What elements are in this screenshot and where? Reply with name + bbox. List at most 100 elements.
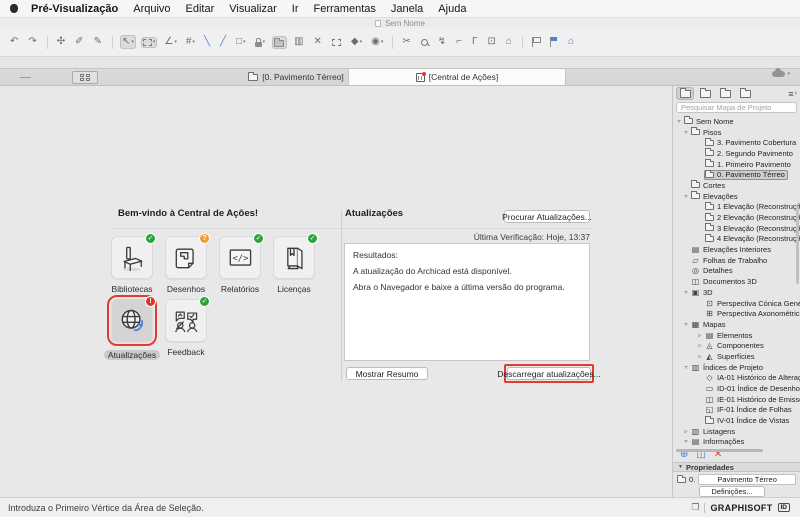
undo-icon[interactable]: ↶ [8, 35, 21, 49]
menu-item[interactable]: Arquivo [133, 3, 170, 15]
tree-item[interactable]: ▹ Superfícies [673, 351, 800, 362]
tree-item[interactable]: IE-01 Histórico de Emissões [673, 394, 800, 405]
guide-line-icon[interactable]: ╲ [202, 35, 213, 49]
inject-parameters-icon[interactable]: ✐ [73, 35, 86, 49]
tree-item[interactable]: Detalhes [673, 266, 800, 277]
tree-item[interactable]: 2 Elevação (Reconstrução Automáti [673, 212, 800, 223]
fit-columns-icon[interactable]: ▥ [292, 35, 306, 49]
tree-item[interactable]: 3. Pavimento Cobertura [673, 137, 800, 148]
tree-item[interactable]: ▹ Elementos [673, 330, 800, 341]
separator[interactable] [112, 36, 113, 49]
tree-item[interactable]: 3 Elevação (Reconstrução Automáti [673, 223, 800, 234]
gravity-icon[interactable]: ∠▾ [162, 35, 178, 49]
action-tile[interactable]: </> ✓ [273, 236, 315, 279]
tree-item[interactable]: IA-01 Histórico de Alterações [673, 373, 800, 384]
disclosure-icon[interactable]: ▿ [682, 438, 690, 445]
pen-set-icon[interactable]: ◆▾ [349, 35, 364, 49]
measure-icon[interactable]: ✎ [92, 35, 105, 49]
fillet-corner-icon[interactable]: Γ [470, 35, 481, 49]
action-tile[interactable]: </> ✓ [111, 236, 153, 279]
menu-item[interactable]: Ajuda [438, 3, 466, 15]
flag-solid-icon[interactable] [548, 35, 561, 49]
settings-button[interactable]: Definições... [699, 486, 765, 497]
tree-item[interactable]: ▿ 3D [673, 287, 800, 298]
selection-frame-icon[interactable] [330, 37, 344, 48]
split-icon[interactable]: ✂ [400, 35, 413, 49]
tree-item[interactable]: Perspectiva Axonométrica Genérica [673, 308, 800, 319]
action-tile[interactable]: </> ? [165, 236, 207, 279]
action-tile[interactable]: </> ✓ [165, 299, 207, 342]
tree-item[interactable]: Folhas de Trabalho [673, 255, 800, 266]
tab-overview-button[interactable] [72, 71, 98, 84]
tree-item[interactable]: ▹ Componentes [673, 340, 800, 351]
tab-central-de-acoes[interactable]: [Central de Ações] [348, 69, 566, 85]
menu-item[interactable]: Editar [186, 3, 215, 15]
menu-item[interactable]: Ferramentas [314, 3, 376, 15]
disclosure-icon[interactable]: ▹ [696, 342, 704, 349]
snap-grid-icon[interactable]: #▾ [184, 35, 197, 49]
disclosure-icon[interactable]: ▿ [675, 118, 683, 125]
tree-item[interactable]: 4 Elevação (Reconstrução Automáti [673, 234, 800, 245]
tree-item[interactable]: ▿ Índices de Projeto [673, 362, 800, 373]
action-tile[interactable]: </> ! [111, 299, 153, 342]
tree-item[interactable]: ▿ Mapas [673, 319, 800, 330]
navigator-menu-button[interactable]: ≡› [788, 89, 797, 99]
tree-item[interactable]: 1. Primeiro Pavimento [673, 159, 800, 170]
redo-icon[interactable]: ↷ [26, 35, 39, 49]
tree-item[interactable]: ▿ Pisos [673, 127, 800, 138]
separator[interactable] [392, 36, 393, 49]
trim-corner-icon[interactable]: ⌐ [454, 35, 465, 49]
properties-header[interactable]: ▼ Propriedades [673, 462, 800, 472]
model-view-options-icon[interactable]: ◉▾ [369, 35, 385, 49]
teamwork-dropdown[interactable]: ▾ [772, 71, 790, 77]
zoom-icon[interactable] [419, 37, 431, 48]
snap-guide-icon[interactable]: ╱ [218, 35, 229, 49]
disclosure-icon[interactable]: ▹ [696, 353, 704, 360]
disclosure-icon[interactable]: ▿ [682, 193, 690, 200]
download-updates-button[interactable]: Descarregar atualizações... [507, 367, 591, 380]
flag-outline-icon[interactable] [530, 35, 543, 49]
show-summary-button[interactable]: Mostrar Resumo [346, 367, 428, 380]
construction-mode-icon[interactable]: □▾ [234, 35, 248, 49]
separator[interactable] [522, 36, 523, 49]
adjust-icon[interactable]: ↯ [436, 35, 449, 49]
close-view-icon[interactable]: ✕ [312, 35, 325, 49]
menu-item[interactable]: Janela [391, 3, 423, 15]
disclosure-icon[interactable]: ▿ [682, 321, 690, 328]
tree-item[interactable]: ▿ Informações [673, 437, 800, 448]
tree-item[interactable]: Perspectiva Cónica Genérica [673, 298, 800, 309]
tree-vertical-scrollbar[interactable] [796, 206, 799, 284]
apple-icon[interactable] [10, 4, 18, 13]
tree-item[interactable]: ▿ Sem Nome [673, 116, 800, 127]
action-tile[interactable]: </> ✓ [219, 236, 261, 279]
disclosure-icon[interactable]: ▿ [682, 364, 690, 371]
disclosure-icon[interactable]: ▿ [682, 129, 690, 136]
search-input[interactable] [676, 102, 797, 113]
app-menu[interactable]: Pré-Visualização [31, 3, 118, 15]
tree-item[interactable]: Documentos 3D [673, 276, 800, 287]
menu-item[interactable]: Visualizar [229, 3, 277, 15]
tree-item[interactable]: IF-01 Índice de Folhas [673, 405, 800, 416]
menu-item[interactable]: Ir [292, 3, 299, 15]
story-name-field[interactable]: Pavimento Térreo [698, 474, 796, 485]
tree-item[interactable]: 0. Pavimento Térreo [673, 169, 800, 180]
disclosure-icon[interactable]: ▿ [682, 289, 690, 296]
view-map-icon[interactable] [696, 87, 714, 100]
tree-item[interactable]: ID-01 Índice de Desenhos [673, 383, 800, 394]
disclosure-icon[interactable]: ▹ [696, 332, 704, 339]
pick-up-parameters-icon[interactable]: ✣ [55, 35, 68, 49]
disclosure-icon[interactable]: ▹ [682, 428, 690, 435]
home-upload-icon[interactable]: ⌂ [566, 35, 577, 49]
suspend-groups-icon[interactable]: ▾ [253, 36, 268, 49]
check-updates-button[interactable]: Procurar Atualizações... [504, 210, 590, 223]
tree-item[interactable]: IV-01 Índice de Vistas [673, 415, 800, 426]
layout-book-icon[interactable] [716, 87, 734, 100]
tree-item[interactable]: 1 Elevação (Reconstrução Automáti [673, 202, 800, 213]
home-story-icon[interactable]: ⌂ [504, 35, 515, 49]
fit-in-window-icon[interactable]: ⊡ [486, 35, 499, 49]
tree-item[interactable]: Cortes [673, 180, 800, 191]
renovation-filter-icon[interactable] [272, 36, 287, 49]
marquee-tool-icon[interactable]: ▾ [141, 37, 158, 48]
tree-item[interactable]: ▹ Listagens [673, 426, 800, 437]
graphisoft-id[interactable]: ❐ GRAPHISOFT ID [691, 502, 790, 513]
